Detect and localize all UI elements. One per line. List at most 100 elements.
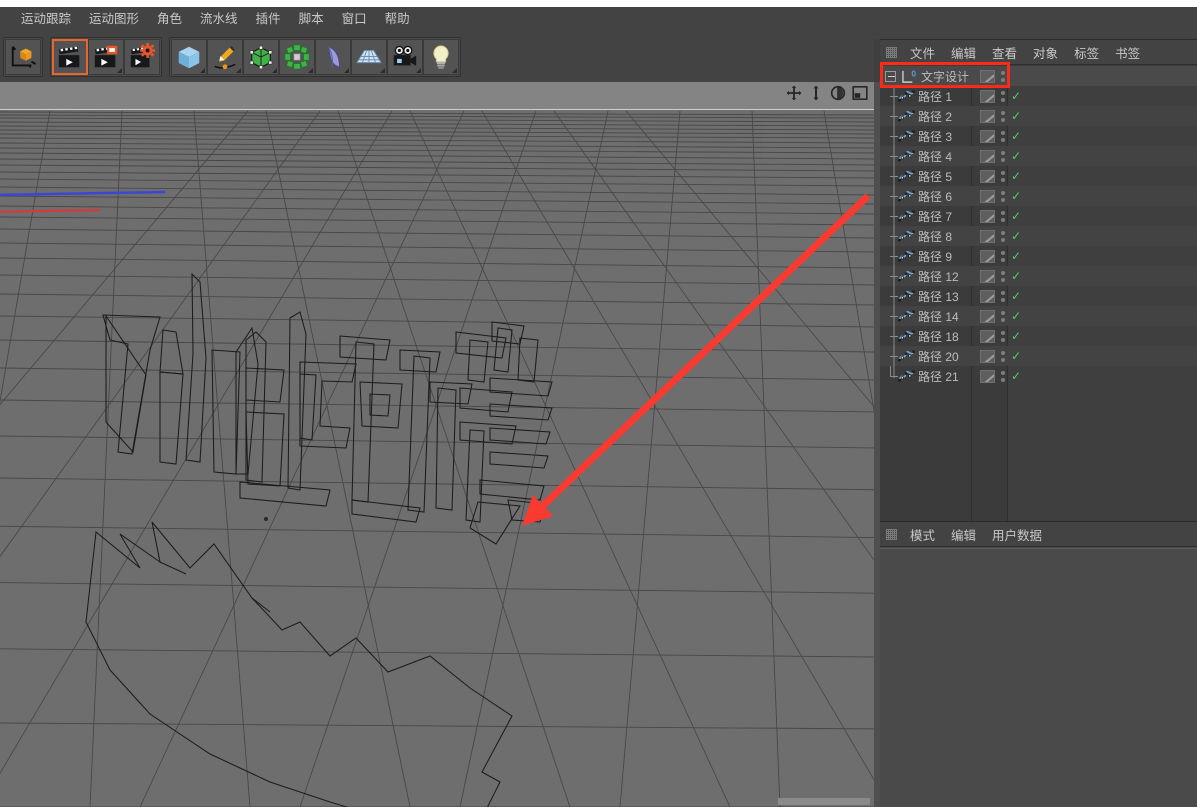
visibility-dots-icon[interactable]	[999, 270, 1007, 282]
layer-tag-icon[interactable]	[980, 109, 995, 123]
enabled-check-icon[interactable]: ✓	[1011, 130, 1021, 142]
object-row-child[interactable]: 路径 9 ✓	[880, 246, 1197, 266]
visibility-dots-icon[interactable]	[999, 310, 1007, 322]
pan-camera-icon[interactable]	[786, 85, 802, 101]
panel-grip-icon[interactable]	[886, 46, 897, 58]
object-row-child[interactable]: 路径 5 ✓	[880, 166, 1197, 186]
layer-tag-icon[interactable]	[980, 349, 995, 363]
layer-tag-icon[interactable]	[980, 329, 995, 343]
layer-tag-icon[interactable]	[980, 69, 995, 83]
perspective-viewport[interactable]	[0, 82, 874, 807]
render-region-icon[interactable]	[88, 39, 124, 75]
object-row-child[interactable]: 路径 1 ✓	[880, 86, 1197, 106]
enabled-check-icon[interactable]: ✓	[1011, 370, 1021, 382]
viewport-hscrollbar[interactable]	[778, 798, 870, 805]
om-menu-bookmarks[interactable]: 书签	[1107, 41, 1148, 64]
layer-tag-icon[interactable]	[980, 129, 995, 143]
visibility-dots-icon[interactable]	[999, 370, 1007, 382]
viewport-layout-icon[interactable]	[852, 85, 868, 101]
object-row-child[interactable]: 路径 14 ✓	[880, 306, 1197, 326]
layer-tag-icon[interactable]	[980, 249, 995, 263]
light-icon[interactable]	[423, 39, 459, 75]
object-row-child[interactable]: 路径 18 ✓	[880, 326, 1197, 346]
visibility-dots-icon[interactable]	[999, 330, 1007, 342]
layer-tag-icon[interactable]	[980, 289, 995, 303]
enabled-check-icon[interactable]: ✓	[1011, 330, 1021, 342]
enabled-check-icon[interactable]: ✓	[1011, 210, 1021, 222]
layer-tag-icon[interactable]	[980, 369, 995, 383]
enabled-check-icon[interactable]: ✓	[1011, 110, 1021, 122]
layer-tag-icon[interactable]	[980, 169, 995, 183]
layer-tag-icon[interactable]	[980, 149, 995, 163]
object-row-child[interactable]: 路径 8 ✓	[880, 226, 1197, 246]
camera-icon[interactable]	[387, 39, 423, 75]
cube-primitive-icon[interactable]	[171, 39, 207, 75]
layer-tag-icon[interactable]	[980, 189, 995, 203]
visibility-dots-icon[interactable]	[999, 190, 1007, 202]
menu-motion-tracker[interactable]: 运动跟踪	[12, 10, 80, 29]
object-row-child[interactable]: 路径 4 ✓	[880, 146, 1197, 166]
enabled-check-icon[interactable]: ✓	[1011, 230, 1021, 242]
om-menu-view[interactable]: 查看	[984, 41, 1025, 64]
axis-cube-icon[interactable]	[5, 39, 41, 75]
menu-script[interactable]: 脚本	[290, 10, 333, 29]
am-menu-edit[interactable]: 编辑	[943, 523, 984, 546]
enabled-check-icon[interactable]: ✓	[1011, 90, 1021, 102]
object-tree[interactable]: 0 文字设计 路径 1 ✓ 路径 2 ✓ 路径 3 ✓ 路径 4 ✓ 路径 5 ✓ 路径 6…	[880, 66, 1197, 522]
floor-environment-icon[interactable]	[351, 39, 387, 75]
object-row-child[interactable]: 路径 12 ✓	[880, 266, 1197, 286]
object-row-child[interactable]: 路径 13 ✓	[880, 286, 1197, 306]
visibility-dots-icon[interactable]	[999, 230, 1007, 242]
visibility-dots-icon[interactable]	[999, 210, 1007, 222]
visibility-dots-icon[interactable]	[999, 290, 1007, 302]
menu-plugins[interactable]: 插件	[247, 10, 290, 29]
visibility-dots-icon[interactable]	[999, 130, 1007, 142]
layer-tag-icon[interactable]	[980, 209, 995, 223]
enabled-check-icon[interactable]: ✓	[1011, 350, 1021, 362]
layer-tag-icon[interactable]	[980, 89, 995, 103]
attribute-manager-body[interactable]	[880, 548, 1197, 807]
layer-tag-icon[interactable]	[980, 309, 995, 323]
visibility-dots-icon[interactable]	[999, 170, 1007, 182]
menu-mograph[interactable]: 运动图形	[80, 10, 148, 29]
menu-pipeline[interactable]: 流水线	[191, 10, 247, 29]
am-menu-mode[interactable]: 模式	[902, 523, 943, 546]
visibility-dots-icon[interactable]	[999, 350, 1007, 362]
layer-tag-icon[interactable]	[980, 269, 995, 283]
visibility-dots-icon[interactable]	[999, 90, 1007, 102]
enabled-check-icon[interactable]: ✓	[1011, 270, 1021, 282]
object-row-child[interactable]: 路径 20 ✓	[880, 346, 1197, 366]
menu-help[interactable]: 帮助	[376, 10, 419, 29]
enabled-check-icon[interactable]: ✓	[1011, 170, 1021, 182]
menu-character[interactable]: 角色	[148, 10, 191, 29]
om-menu-edit[interactable]: 编辑	[943, 41, 984, 64]
object-row-child[interactable]: 路径 21 ✓	[880, 366, 1197, 386]
menu-window[interactable]: 窗口	[333, 10, 376, 29]
render-settings-icon[interactable]	[124, 39, 160, 75]
dolly-camera-icon[interactable]	[808, 85, 824, 101]
visibility-dots-icon[interactable]	[999, 70, 1007, 82]
enabled-check-icon[interactable]: ✓	[1011, 290, 1021, 302]
nurbs-subdivision-icon[interactable]	[243, 39, 279, 75]
object-row-child[interactable]: 路径 6 ✓	[880, 186, 1197, 206]
object-row-root[interactable]: 0 文字设计	[880, 66, 1197, 86]
om-menu-tags[interactable]: 标签	[1066, 41, 1107, 64]
om-menu-object[interactable]: 对象	[1025, 41, 1066, 64]
rotate-camera-icon[interactable]	[830, 85, 846, 101]
render-view-icon[interactable]	[52, 39, 88, 75]
enabled-check-icon[interactable]: ✓	[1011, 150, 1021, 162]
expand-collapse-icon[interactable]	[885, 70, 896, 82]
array-mograph-icon[interactable]	[279, 39, 315, 75]
enabled-check-icon[interactable]: ✓	[1011, 310, 1021, 322]
layer-tag-icon[interactable]	[980, 229, 995, 243]
object-row-child[interactable]: 路径 7 ✓	[880, 206, 1197, 226]
object-row-child[interactable]: 路径 2 ✓	[880, 106, 1197, 126]
am-menu-userdata[interactable]: 用户数据	[984, 523, 1050, 546]
visibility-dots-icon[interactable]	[999, 150, 1007, 162]
object-row-child[interactable]: 路径 3 ✓	[880, 126, 1197, 146]
visibility-dots-icon[interactable]	[999, 250, 1007, 262]
enabled-check-icon[interactable]: ✓	[1011, 190, 1021, 202]
om-menu-file[interactable]: 文件	[902, 41, 943, 64]
enabled-check-icon[interactable]: ✓	[1011, 250, 1021, 262]
visibility-dots-icon[interactable]	[999, 110, 1007, 122]
